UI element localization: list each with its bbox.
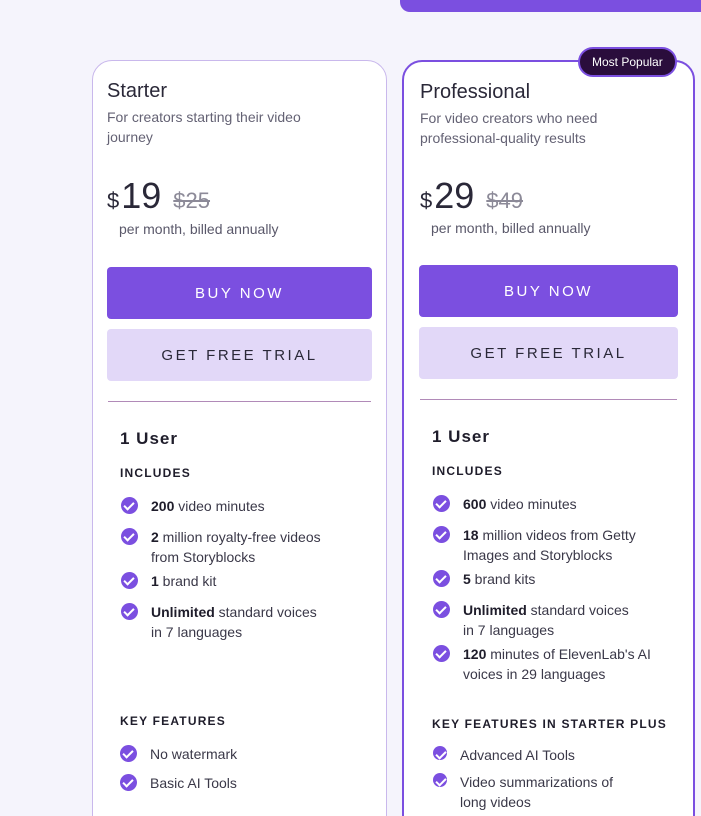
feature-item: Video summarizations of long videos	[433, 772, 635, 812]
old-price: $49	[486, 188, 524, 213]
feature-item: Basic AI Tools	[120, 773, 340, 793]
check-circle-icon	[433, 746, 447, 760]
buy-now-button-professional[interactable]: BUY NOW	[419, 265, 678, 317]
currency-symbol: $	[420, 188, 433, 213]
include-item: 120 minutes of ElevenLab's AI voices in …	[433, 644, 653, 684]
top-banner-bar	[400, 0, 701, 12]
buy-now-button-starter[interactable]: BUY NOW	[107, 267, 372, 319]
feature-item: No watermark	[120, 744, 340, 764]
include-item: 5 brand kits	[433, 569, 653, 589]
check-circle-icon	[120, 745, 137, 762]
price-row: $ 29 $49	[420, 175, 523, 217]
check-circle-icon	[433, 495, 450, 512]
check-circle-icon	[433, 601, 450, 618]
check-circle-icon	[433, 570, 450, 587]
price-amount: 19	[121, 175, 162, 216]
check-circle-icon	[120, 774, 137, 791]
check-circle-icon	[433, 526, 450, 543]
include-item: 600 video minutes	[433, 494, 653, 514]
plan-title: Professional	[420, 81, 531, 103]
most-popular-badge: Most Popular	[578, 47, 677, 77]
price-row: $ 19 $25	[107, 175, 210, 217]
user-count: 1 User	[432, 427, 490, 446]
include-item: 2 million royalty-free videos from Story…	[121, 527, 341, 567]
check-circle-icon	[121, 572, 138, 589]
billing-note: per month, billed annually	[431, 220, 591, 236]
plan-title: Starter	[107, 80, 168, 102]
old-price: $25	[173, 188, 211, 213]
key-features-label: KEY FEATURES	[120, 714, 226, 728]
divider	[108, 401, 371, 402]
plan-subtitle: For creators starting their video journe…	[107, 109, 301, 145]
feature-item: Advanced AI Tools	[433, 745, 650, 765]
include-item: 1 brand kit	[121, 571, 341, 591]
check-circle-icon	[121, 497, 138, 514]
user-count: 1 User	[120, 429, 178, 448]
billing-note: per month, billed annually	[119, 221, 279, 237]
currency-symbol: $	[107, 188, 120, 213]
include-item: 18 million videos from Getty Images and …	[433, 525, 653, 565]
divider	[420, 399, 677, 400]
includes-label: INCLUDES	[432, 464, 503, 478]
include-item: Unlimited standard voices in 7 languages	[433, 600, 643, 640]
free-trial-button-professional[interactable]: GET FREE TRIAL	[419, 327, 678, 379]
include-item: Unlimited standard voices in 7 languages	[121, 602, 331, 642]
check-circle-icon	[121, 603, 138, 620]
check-circle-icon	[433, 773, 447, 787]
price-amount: 29	[434, 175, 475, 216]
includes-label: INCLUDES	[120, 466, 191, 480]
include-item: 200 video minutes	[121, 496, 341, 516]
check-circle-icon	[433, 645, 450, 662]
key-features-label: KEY FEATURES IN STARTER PLUS	[432, 717, 667, 731]
free-trial-button-starter[interactable]: GET FREE TRIAL	[107, 329, 372, 381]
plan-subtitle: For video creators who need professional…	[420, 110, 598, 146]
check-circle-icon	[121, 528, 138, 545]
